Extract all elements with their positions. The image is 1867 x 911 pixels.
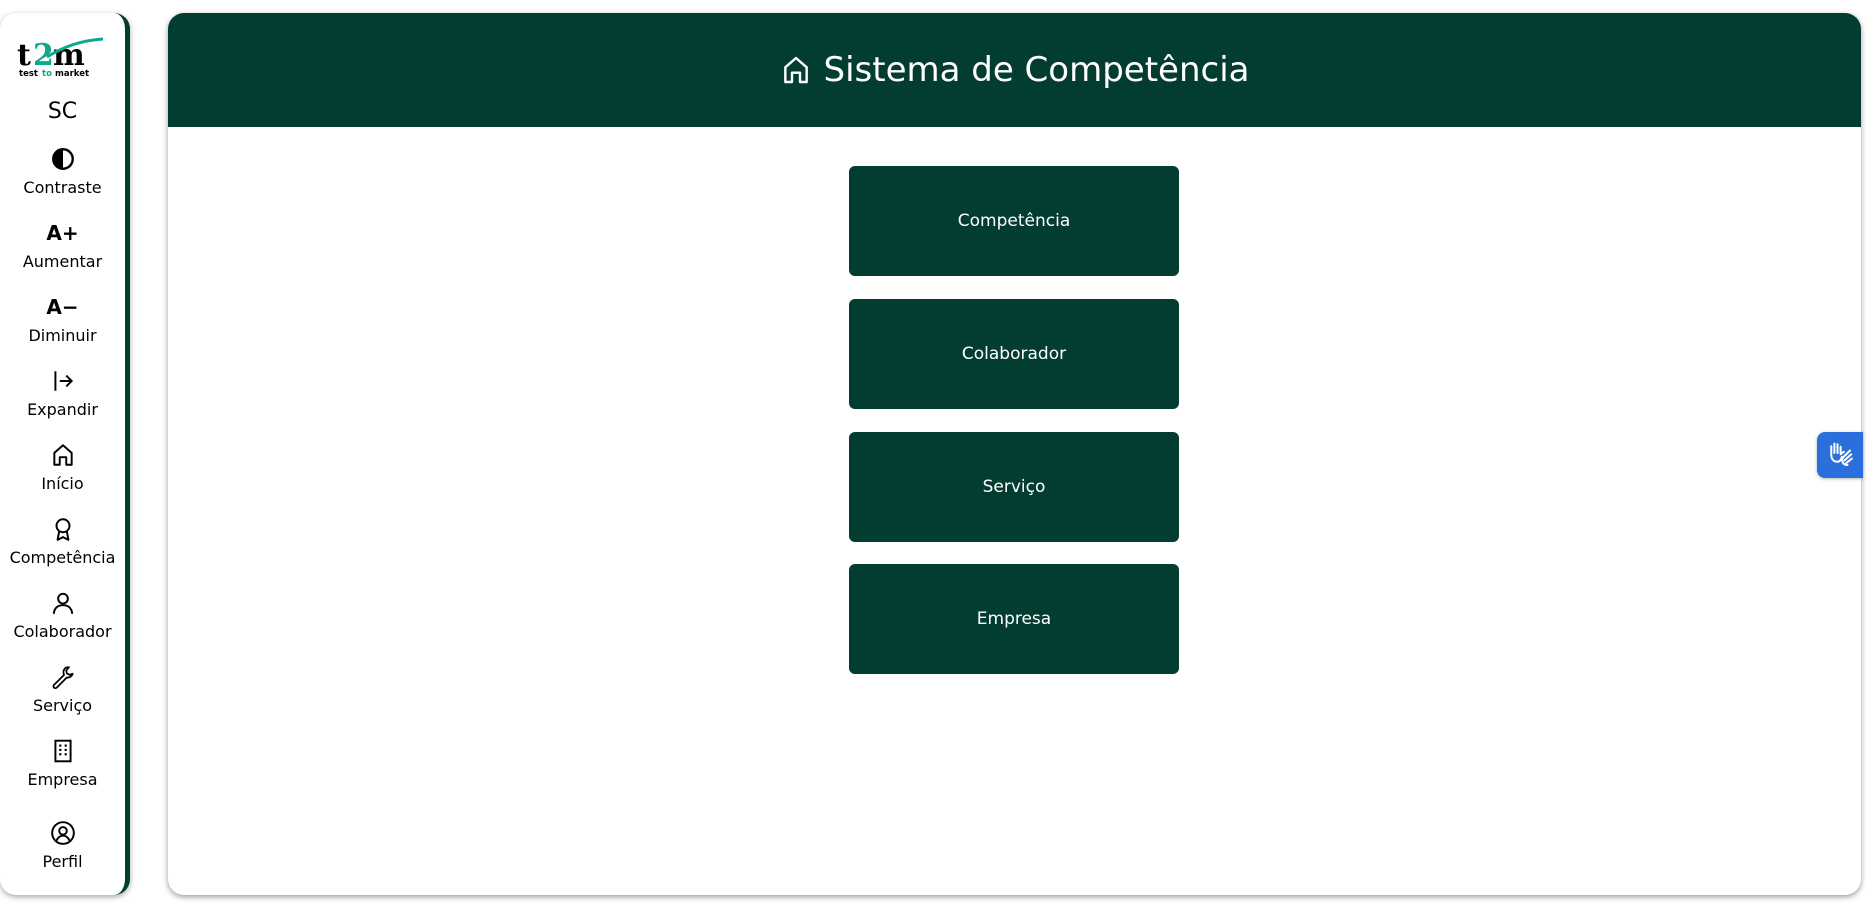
expand-button[interactable]: Expandir (0, 368, 125, 419)
nav-colaborador[interactable]: Colaborador (0, 590, 125, 641)
nav-perfil[interactable]: Perfil (0, 820, 125, 871)
home-icon (50, 442, 76, 468)
servico-button[interactable]: Serviço (849, 432, 1179, 542)
svg-text:market: market (55, 69, 89, 79)
nav-servico[interactable]: Serviço (0, 664, 125, 715)
expand-icon (50, 368, 76, 394)
expand-label: Expandir (27, 400, 98, 419)
sign-language-icon (1825, 438, 1855, 472)
colaborador-button[interactable]: Colaborador (849, 299, 1179, 409)
contrast-button[interactable]: Contraste (0, 146, 125, 197)
app-abbreviation: SC (47, 99, 78, 124)
nav-colaborador-label: Colaborador (13, 622, 112, 641)
font-decrease-icon: A− (46, 295, 79, 319)
empresa-button[interactable]: Empresa (849, 564, 1179, 674)
font-decrease-label: Diminuir (28, 326, 97, 345)
font-increase-icon: A+ (46, 221, 79, 245)
nav-competencia-label: Competência (9, 548, 116, 567)
building-icon (50, 738, 76, 764)
svg-text:test: test (19, 69, 38, 79)
profile-icon (50, 820, 76, 846)
main-panel: Sistema de Competência Competência Colab… (168, 13, 1861, 895)
wrench-icon (50, 664, 76, 690)
sign-language-widget[interactable] (1817, 432, 1863, 478)
competencia-button[interactable]: Competência (849, 166, 1179, 276)
nav-empresa-label: Empresa (27, 770, 98, 789)
font-decrease-button[interactable]: A− Diminuir (0, 294, 125, 345)
nav-servico-label: Serviço (32, 696, 93, 715)
page-title: Sistema de Competência (823, 50, 1250, 90)
contrast-icon (50, 146, 76, 172)
nav-competencia[interactable]: Competência (0, 516, 125, 567)
user-icon (50, 590, 76, 616)
home-icon (780, 54, 812, 86)
sidebar: t 2 m test to market SC Contraste A+ Aum… (0, 13, 130, 895)
font-increase-label: Aumentar (22, 252, 103, 271)
page-header: Sistema de Competência (168, 13, 1861, 127)
contrast-label: Contraste (23, 178, 102, 197)
nav-perfil-label: Perfil (42, 852, 83, 871)
nav-home-label: Início (41, 474, 84, 493)
font-increase-button[interactable]: A+ Aumentar (0, 220, 125, 271)
t2m-logo: t 2 m test to market (17, 35, 105, 79)
nav-empresa[interactable]: Empresa (0, 738, 125, 789)
award-icon (50, 516, 76, 542)
svg-text:t: t (17, 38, 31, 73)
nav-home[interactable]: Início (0, 442, 125, 493)
svg-text:to: to (42, 69, 52, 79)
